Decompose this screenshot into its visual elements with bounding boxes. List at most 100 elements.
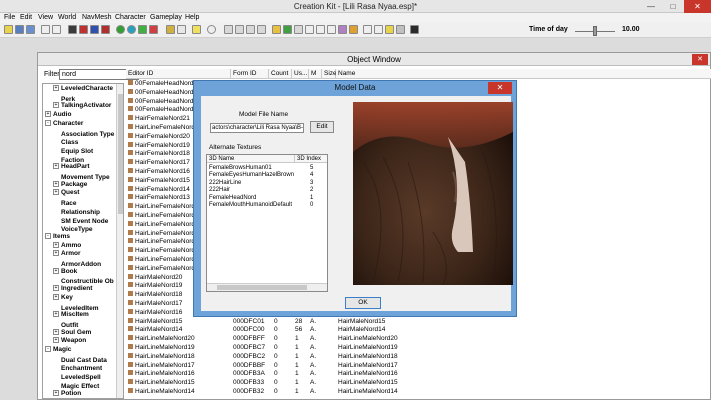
- dialogue-icon[interactable]: [207, 25, 216, 34]
- tree-item[interactable]: Perk: [53, 94, 75, 103]
- tree-item[interactable]: Association Type: [53, 129, 114, 138]
- expand-icon[interactable]: +: [53, 311, 59, 318]
- table-row[interactable]: HairMaleNord14 000DFC00 0 56 A. HairMaleNord1…: [126, 326, 711, 334]
- havok-icon[interactable]: [338, 25, 347, 34]
- tree-item[interactable]: - Items: [45, 232, 70, 241]
- dialog-close-button[interactable]: ✕: [488, 82, 512, 94]
- close-button[interactable]: ✕: [684, 0, 711, 13]
- lc-icon[interactable]: [374, 25, 383, 34]
- ps-icon[interactable]: [305, 25, 314, 34]
- texture-row[interactable]: 222Hair 2: [207, 187, 327, 194]
- rotate-snap-icon[interactable]: [235, 25, 244, 34]
- expand-icon[interactable]: +: [53, 102, 59, 109]
- terrain-icon[interactable]: [257, 25, 266, 34]
- category-tree[interactable]: + LeveledCharacte Perk + TalkingActivator + Au…: [42, 83, 124, 399]
- expand-icon[interactable]: +: [53, 267, 59, 274]
- col-header-size[interactable]: Size: [322, 69, 337, 79]
- table-row[interactable]: HairLineMaleNord20 000DFBFF 0 1 A. HairLineMa…: [126, 335, 711, 343]
- tree-item[interactable]: + MiscItem: [53, 311, 89, 319]
- col-header-users[interactable]: Us...: [292, 69, 309, 79]
- tree-item[interactable]: Class: [53, 137, 78, 146]
- menu-view[interactable]: View: [38, 14, 53, 21]
- tree-item[interactable]: LeveledItem: [53, 303, 99, 312]
- p-icon[interactable]: [316, 25, 325, 34]
- col-header-m[interactable]: M: [309, 69, 322, 79]
- tree-item[interactable]: Race: [53, 198, 77, 207]
- move-icon[interactable]: [79, 25, 88, 34]
- tree-scroll-thumb[interactable]: [118, 94, 123, 214]
- expand-icon[interactable]: +: [53, 337, 59, 344]
- time-of-day-slider[interactable]: [593, 26, 597, 36]
- tree-item[interactable]: Enchantment: [53, 363, 102, 372]
- alt-table-scroll-thumb[interactable]: [217, 285, 307, 290]
- table-row[interactable]: HairLineMaleNord15 000DFB33 0 1 A. HairLineMa…: [126, 379, 711, 387]
- script-icon[interactable]: [272, 25, 281, 34]
- tree-item[interactable]: + Key: [53, 293, 73, 302]
- table-row[interactable]: HairMaleNord15 000DFC01 0 28 A. HairMaleNord1…: [126, 317, 711, 326]
- rotate-icon[interactable]: [90, 25, 99, 34]
- cell-view-icon[interactable]: [294, 25, 303, 34]
- tree-item[interactable]: + Armor: [53, 250, 81, 258]
- scale-icon[interactable]: [101, 25, 110, 34]
- tree-item[interactable]: VoiceType: [53, 224, 93, 233]
- tree-item[interactable]: Movement Type: [53, 172, 110, 181]
- run-icon[interactable]: [283, 25, 292, 34]
- col-header-name[interactable]: Name: [336, 69, 711, 79]
- green-light-icon[interactable]: [116, 25, 125, 34]
- tree-item[interactable]: + Book: [53, 267, 77, 276]
- edit-button[interactable]: Edit: [310, 121, 334, 133]
- water-icon[interactable]: [149, 25, 158, 34]
- table-row[interactable]: HairLineMaleNord19 000DFBC7 0 1 A. HairLineMa…: [126, 344, 711, 352]
- tree-item[interactable]: + TalkingActivator: [53, 102, 111, 110]
- redo-icon[interactable]: [52, 25, 61, 34]
- tree-item[interactable]: + LeveledCharacte: [53, 85, 113, 93]
- tree-item[interactable]: + Quest: [53, 189, 79, 197]
- col-header-3d-index[interactable]: 3D Index: [295, 155, 327, 163]
- tree-item[interactable]: Relationship: [53, 207, 100, 216]
- menu-edit[interactable]: Edit: [20, 14, 32, 21]
- marker-icon[interactable]: [177, 25, 186, 34]
- camera-icon[interactable]: [68, 25, 77, 34]
- tree-item[interactable]: + Soul Gem: [53, 328, 91, 337]
- col-header-count[interactable]: Count: [269, 69, 292, 79]
- save-all-icon[interactable]: [26, 25, 35, 34]
- minimize-button[interactable]: —: [640, 0, 662, 13]
- tree-scrollbar[interactable]: [116, 84, 123, 398]
- col-header-form-id[interactable]: Form ID: [231, 69, 269, 79]
- snap-icon[interactable]: [192, 25, 201, 34]
- fog-icon[interactable]: [246, 25, 255, 34]
- export-icon[interactable]: [396, 25, 405, 34]
- expand-icon[interactable]: +: [53, 85, 59, 91]
- tree-item[interactable]: - Character: [45, 119, 83, 128]
- black-icon[interactable]: [410, 25, 419, 34]
- save-icon[interactable]: [15, 25, 24, 34]
- texture-row[interactable]: FemaleMouthHumanoidDefault 0: [207, 202, 327, 209]
- maximize-button[interactable]: □: [662, 0, 684, 13]
- table-row[interactable]: HairLineMaleNord16 000DFB3A 0 1 A. HairLineMa…: [126, 370, 711, 378]
- table-row[interactable]: HairLineMaleNord17 000DFBBF 0 1 A. HairLineMa…: [126, 361, 711, 370]
- collapse-icon[interactable]: -: [45, 119, 51, 126]
- tree-item[interactable]: SM Event Node: [53, 216, 108, 225]
- expand-icon[interactable]: +: [53, 241, 59, 248]
- expand-icon[interactable]: +: [53, 189, 59, 196]
- expand-icon[interactable]: +: [45, 111, 51, 118]
- animation-icon[interactable]: [349, 25, 358, 34]
- landscape-icon[interactable]: [138, 25, 147, 34]
- light-bulb-icon[interactable]: [166, 25, 175, 34]
- menu-navmesh[interactable]: NavMesh: [82, 14, 112, 21]
- expand-icon[interactable]: +: [53, 285, 59, 292]
- folder-icon[interactable]: [385, 25, 394, 34]
- alternate-textures-table[interactable]: 3D Name 3D Index FemaleBrowsHuman01 5 Fema…: [206, 154, 328, 292]
- tree-item[interactable]: + Package: [53, 180, 87, 189]
- sky-icon[interactable]: [127, 25, 136, 34]
- tree-item[interactable]: ArmorAddon: [53, 259, 101, 268]
- tree-item[interactable]: + Ammo: [53, 241, 81, 250]
- tree-item[interactable]: Outfit: [53, 320, 78, 329]
- col-header-editor-id[interactable]: Editor ID: [126, 69, 231, 79]
- model-preview[interactable]: [353, 102, 513, 285]
- collapse-icon[interactable]: -: [45, 346, 51, 352]
- menu-help[interactable]: Help: [185, 14, 199, 21]
- expand-icon[interactable]: +: [53, 328, 59, 335]
- texture-row[interactable]: FemaleBrowsHuman01 5: [207, 165, 327, 172]
- texture-row[interactable]: FemaleHeadNord 1: [207, 195, 327, 202]
